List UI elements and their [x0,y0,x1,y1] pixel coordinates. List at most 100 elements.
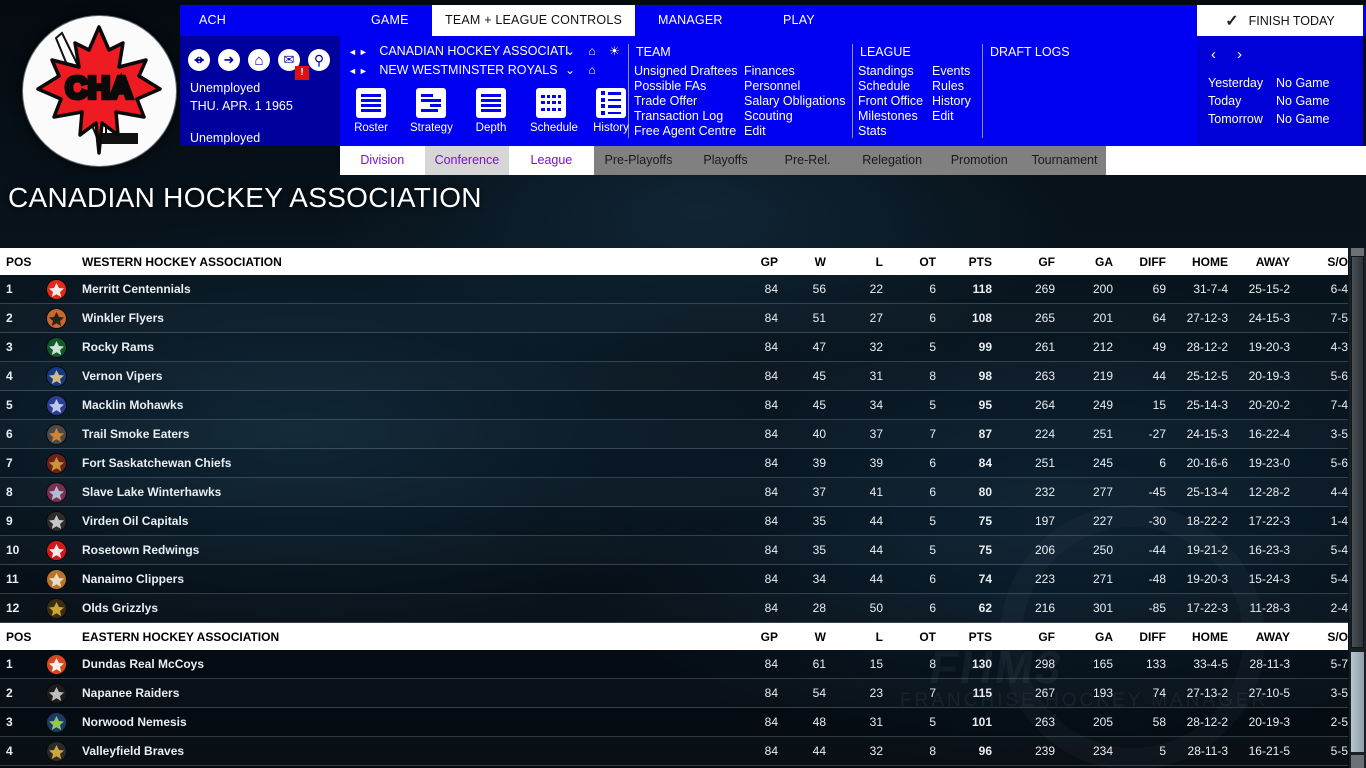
quicklink-strategy[interactable]: Strategy [410,88,453,134]
column-header-pts[interactable]: PTS [922,623,992,650]
quicklink-history[interactable]: History [590,88,632,134]
quicklink-roster[interactable]: Roster [350,88,392,134]
tab-playoffs[interactable]: Playoffs [683,146,768,175]
link-standings[interactable]: Standings [858,64,914,78]
team-name[interactable]: Valleyfield Braves [82,737,184,765]
selector-arrows-icon[interactable]: ◄► [348,47,370,57]
column-header-so[interactable]: S/O [1278,623,1348,650]
team-name[interactable]: Norwood Nemesis [82,708,187,736]
team-name[interactable]: Fort Saskatchewan Chiefs [82,449,231,477]
tab-tournament[interactable]: Tournament [1021,146,1107,175]
table-row[interactable]: 6 Trail Smoke Eaters 84 40 37 7 87 224 251 -27 24-… [0,420,1348,449]
table-row[interactable]: 3 Norwood Nemesis 84 48 31 5 101 263 205 58 28-12-… [0,708,1348,737]
table-row[interactable]: 9 Virden Oil Capitals 84 35 44 5 75 197 227 -30 18… [0,507,1348,536]
link-schedule[interactable]: Schedule [858,79,910,93]
prev-day-button[interactable]: ‹ [1211,46,1216,63]
menu-play[interactable]: PLAY [770,5,828,36]
team-selector[interactable]: ◄► NEW WESTMINSTER ROYALS [348,63,558,77]
table-row[interactable]: 3 Rocky Rams 84 47 32 5 99 261 212 49 28-12-2 19-20… [0,333,1348,362]
table-row[interactable]: 4 Vernon Vipers 84 45 31 8 98 263 219 44 25-12-5 20… [0,362,1348,391]
team-name[interactable]: Nanaimo Clippers [82,565,184,593]
column-header-home[interactable]: HOME [1158,248,1228,275]
link-stats[interactable]: Stats [858,124,887,138]
team-name[interactable]: Slave Lake Winterhawks [82,478,221,506]
table-row[interactable]: 4 Valleyfield Braves 84 44 32 8 96 239 234 5 28-11… [0,737,1348,766]
next-day-button[interactable]: › [1237,46,1242,63]
tab-pre-playoffs[interactable]: Pre-Playoffs [593,146,684,175]
link-league-edit[interactable]: Edit [932,109,954,123]
table-row[interactable]: 7 Fort Saskatchewan Chiefs 84 39 39 6 84 251 245… [0,449,1348,478]
team-selector-icons[interactable]: ⌄ ⌂ [565,63,601,77]
menu-manager[interactable]: MANAGER [645,5,736,36]
link-history[interactable]: History [932,94,971,108]
column-header-home[interactable]: HOME [1158,623,1228,650]
table-row[interactable]: 1 Merritt Centennials 84 56 22 6 118 269 200 69 31… [0,275,1348,304]
column-header-pos[interactable]: POS [6,248,31,275]
menu-ach[interactable]: ACH [186,5,239,36]
vertical-scrollbar[interactable] [1349,248,1366,768]
column-header-team[interactable]: WESTERN HOCKEY ASSOCIATION [82,248,282,275]
globe-icon[interactable]: ☀ [609,44,625,58]
column-header-team[interactable]: EASTERN HOCKEY ASSOCIATION [82,623,279,650]
link-personnel[interactable]: Personnel [744,79,800,93]
forward-icon[interactable]: ➜ [218,49,240,71]
column-header-pos[interactable]: POS [6,623,31,650]
chevron-down-icon[interactable]: ⌄ [565,44,580,58]
link-events[interactable]: Events [932,64,970,78]
tab-relegation[interactable]: Relegation [847,146,937,175]
tab-promotion[interactable]: Promotion [936,146,1022,175]
link-salary-obligations[interactable]: Salary Obligations [744,94,845,108]
search-icon[interactable]: ⚲ [308,49,330,71]
mail-icon[interactable]: ✉ ! [278,49,309,80]
team-name[interactable]: Winkler Flyers [82,304,164,332]
table-row[interactable]: 12 Olds Grizzlys 84 28 50 6 62 216 301 -85 17-22-3… [0,594,1348,623]
link-free-agent-centre[interactable]: Free Agent Centre [634,124,736,138]
team-name[interactable]: Macklin Mohawks [82,391,183,419]
link-milestones[interactable]: Milestones [858,109,918,123]
link-team-edit[interactable]: Edit [744,124,766,138]
team-name[interactable]: Rosetown Redwings [82,536,199,564]
scrollbar-thumb[interactable] [1351,256,1364,648]
table-row[interactable]: 8 Slave Lake Winterhawks 84 37 41 6 80 232 277 -4… [0,478,1348,507]
team-name[interactable]: Rocky Rams [82,333,154,361]
column-header-pts[interactable]: PTS [922,248,992,275]
menu-team-league-controls[interactable]: TEAM + LEAGUE CONTROLS [432,5,636,36]
column-header-diff[interactable]: DIFF [1096,623,1166,650]
league-selector[interactable]: ◄► CANADIAN HOCKEY ASSOCIATI [348,44,568,58]
team-name[interactable]: Trail Smoke Eaters [82,420,189,448]
tab-division[interactable]: Division [340,146,425,175]
team-name[interactable]: Merritt Centennials [82,275,191,303]
quicklink-schedule[interactable]: Schedule [530,88,578,134]
home-icon[interactable]: ⌂ [248,49,270,71]
team-name[interactable]: Vernon Vipers [82,362,162,390]
finish-today-button[interactable]: ✓ FINISH TODAY [1197,5,1363,36]
team-name[interactable]: Olds Grizzlys [82,594,158,622]
quicklink-depth[interactable]: Depth [470,88,512,134]
column-header-diff[interactable]: DIFF [1096,248,1166,275]
link-unsigned-draftees[interactable]: Unsigned Draftees [634,64,738,78]
link-finances[interactable]: Finances [744,64,795,78]
team-name[interactable]: Virden Oil Capitals [82,507,188,535]
link-rules[interactable]: Rules [932,79,964,93]
table-row[interactable]: 1 Dundas Real McCoys 84 61 15 8 130 298 165 133 33… [0,650,1348,679]
league-selector-icons[interactable]: ⌄ ⌂ ☀ [565,44,625,58]
menu-game[interactable]: GAME [358,5,422,36]
team-name[interactable]: Napanee Raiders [82,679,179,707]
link-trade-offer[interactable]: Trade Offer [634,94,697,108]
tab-league[interactable]: League [509,146,594,175]
chevron-down-icon[interactable]: ⌄ [565,63,580,77]
scroll-down-button[interactable] [1351,755,1364,768]
table-row[interactable]: 5 Macklin Mohawks 84 45 34 5 95 264 249 15 25-14-3… [0,391,1348,420]
link-transaction-log[interactable]: Transaction Log [634,109,723,123]
team-name[interactable]: Dundas Real McCoys [82,650,204,678]
back-icon[interactable]: ➜ ➜ [188,49,210,71]
home-icon[interactable]: ⌂ [588,63,600,77]
table-row[interactable]: 2 Napanee Raiders 84 54 23 7 115 267 193 74 27-13-… [0,679,1348,708]
tab-pre-rel[interactable]: Pre-Rel. [767,146,848,175]
tab-conference[interactable]: Conference [424,146,510,175]
table-row[interactable]: 10 Rosetown Redwings 84 35 44 5 75 206 250 -44 19-… [0,536,1348,565]
link-scouting[interactable]: Scouting [744,109,793,123]
selector-arrows-icon[interactable]: ◄► [348,66,370,76]
scrollbar-track-lower[interactable] [1351,652,1364,752]
table-row[interactable]: 11 Nanaimo Clippers 84 34 44 6 74 223 271 -48 19-2… [0,565,1348,594]
